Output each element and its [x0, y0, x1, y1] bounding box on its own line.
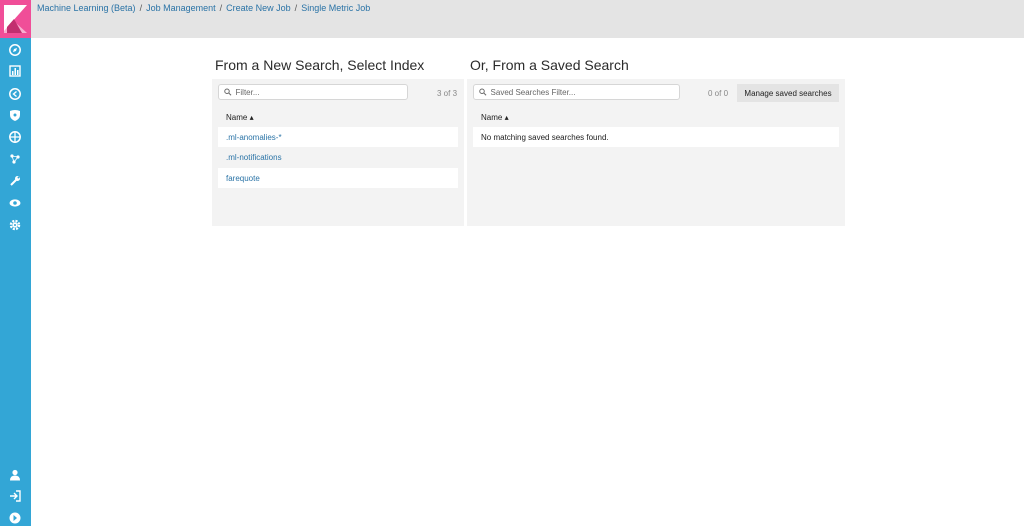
saved-panel-title: Or, From a Saved Search — [470, 57, 629, 73]
breadcrumb-separator: / — [219, 3, 223, 13]
manage-saved-searches-button[interactable]: Manage saved searches — [737, 84, 839, 102]
eye-icon[interactable] — [8, 196, 22, 210]
logout-icon[interactable] — [8, 489, 22, 503]
breadcrumb-separator: / — [139, 3, 143, 13]
search-icon — [479, 88, 487, 96]
kibana-logo[interactable] — [0, 0, 31, 38]
breadcrumb-job-management[interactable]: Job Management — [146, 3, 216, 13]
list-item[interactable]: .ml-anomalies-* — [218, 127, 458, 147]
saved-name-column-header[interactable]: Name ▴ — [481, 113, 509, 122]
index-filter[interactable] — [218, 84, 408, 100]
collapse-icon[interactable] — [8, 511, 22, 525]
list-item[interactable]: farequote — [218, 168, 458, 188]
index-count: 3 of 3 — [437, 89, 458, 98]
saved-search-filter-input[interactable] — [486, 85, 679, 99]
index-link[interactable]: .ml-anomalies-* — [226, 133, 282, 142]
breadcrumb: Machine Learning (Beta) / Job Management / C… — [37, 3, 370, 13]
timelion-icon[interactable] — [8, 87, 22, 101]
list-item[interactable]: .ml-notifications — [218, 147, 458, 167]
gear-icon[interactable] — [8, 218, 22, 232]
index-name-column-header[interactable]: Name ▴ — [226, 113, 254, 122]
empty-message: No matching saved searches found. — [481, 132, 609, 142]
user-icon[interactable] — [8, 468, 22, 482]
breadcrumb-separator: / — [294, 3, 298, 13]
compass-icon[interactable] — [8, 43, 22, 57]
top-bar: Machine Learning (Beta) / Job Management / C… — [31, 0, 1024, 38]
index-link[interactable]: .ml-notifications — [226, 153, 282, 162]
breadcrumb-create-new-job[interactable]: Create New Job — [226, 3, 291, 13]
saved-search-count: 0 of 0 — [708, 89, 729, 98]
sidebar — [0, 0, 31, 526]
ml-icon[interactable] — [8, 130, 22, 144]
wrench-icon[interactable] — [8, 174, 22, 188]
graph-icon[interactable] — [8, 152, 22, 166]
empty-message-row: No matching saved searches found. — [473, 127, 839, 147]
saved-search-filter[interactable] — [473, 84, 680, 100]
bar-chart-icon[interactable] — [8, 64, 22, 78]
index-link[interactable]: farequote — [226, 174, 260, 183]
index-panel-title: From a New Search, Select Index — [215, 57, 425, 73]
search-icon — [224, 88, 232, 96]
shield-icon[interactable] — [8, 108, 22, 122]
breadcrumb-single-metric-job[interactable]: Single Metric Job — [301, 3, 370, 13]
index-filter-input[interactable] — [231, 85, 407, 99]
breadcrumb-ml[interactable]: Machine Learning (Beta) — [37, 3, 136, 13]
